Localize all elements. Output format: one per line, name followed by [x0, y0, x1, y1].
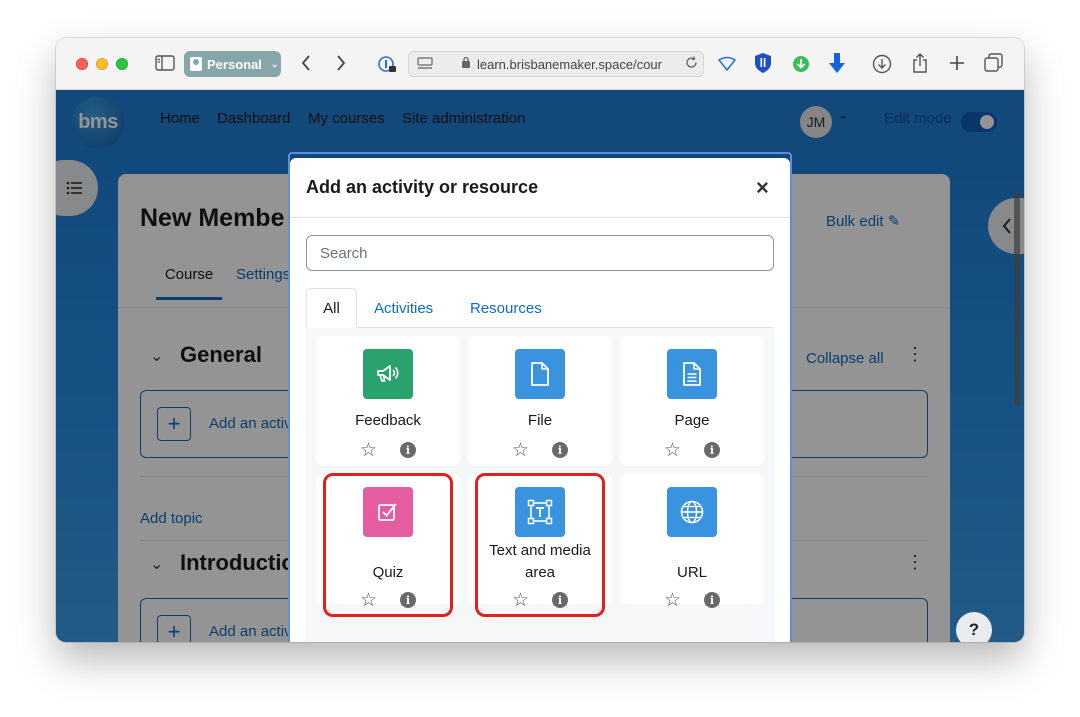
web-page: bms Home Dashboard My courses Site admin… — [56, 90, 1024, 642]
star-icon[interactable]: ☆ — [664, 441, 681, 460]
arrow-down-extension-icon[interactable] — [826, 51, 848, 75]
browser-toolbar: Personal ⌄ learn.brisbanemaker.space/cou… — [56, 38, 1024, 90]
activity-name: File — [527, 412, 553, 429]
url-text: learn.brisbanemaker.space/cour — [477, 56, 662, 72]
activity-tile-file[interactable]: File ☆ i — [468, 336, 612, 466]
info-icon[interactable]: i — [552, 442, 568, 458]
profile-label: Personal — [207, 56, 262, 72]
activity-chooser-modal: Add an activity or resource × All Activi… — [290, 158, 790, 642]
tab-all[interactable]: All — [306, 288, 357, 328]
close-icon[interactable]: × — [756, 177, 769, 199]
modal-title: Add an activity or resource — [306, 177, 539, 197]
star-icon[interactable]: ☆ — [664, 591, 681, 610]
info-icon[interactable]: i — [400, 442, 416, 458]
lock-icon — [461, 56, 471, 72]
activity-name: Feedback — [355, 412, 421, 429]
share-icon[interactable] — [909, 51, 931, 75]
close-window-button[interactable] — [76, 58, 88, 70]
star-icon[interactable]: ☆ — [360, 441, 377, 460]
activity-tile-page[interactable]: Page ☆ i — [620, 336, 764, 466]
download-extension-icon[interactable] — [790, 53, 812, 75]
tab-resources[interactable]: Resources — [470, 288, 542, 328]
profile-button[interactable]: Personal ⌄ — [184, 51, 281, 77]
sidebar-toggle-icon[interactable] — [154, 52, 176, 74]
reader-icon[interactable] — [417, 57, 433, 71]
address-bar[interactable]: learn.brisbanemaker.space/cour — [408, 51, 704, 77]
highlight-quiz — [323, 473, 453, 617]
shield-extension-icon[interactable] — [752, 51, 774, 75]
password-extension-icon[interactable] — [376, 53, 398, 75]
star-icon[interactable]: ☆ — [512, 441, 529, 460]
search-input[interactable] — [306, 235, 774, 271]
new-tab-icon[interactable] — [946, 52, 968, 74]
tab-activities[interactable]: Activities — [374, 288, 433, 328]
minimize-window-button[interactable] — [96, 58, 108, 70]
wifi-extension-icon[interactable] — [716, 53, 738, 75]
chooser-tabs: All Activities Resources — [306, 288, 774, 328]
chevron-down-icon: ⌄ — [270, 58, 279, 69]
info-icon[interactable]: i — [704, 592, 720, 608]
tab-overview-icon[interactable] — [983, 52, 1005, 74]
forward-icon[interactable] — [331, 52, 351, 74]
highlight-text-media-area — [475, 473, 605, 617]
reload-icon[interactable] — [685, 56, 698, 72]
globe-icon — [667, 487, 717, 537]
profile-icon — [190, 57, 202, 71]
activity-name: Page — [674, 412, 710, 429]
activity-grid: Feedback ☆ i File ☆ i Page ☆ i Quiz ☆ i … — [306, 328, 774, 642]
downloads-icon[interactable] — [871, 53, 893, 75]
zoom-window-button[interactable] — [116, 58, 128, 70]
help-button[interactable]: ? — [956, 612, 992, 642]
browser-window: Personal ⌄ learn.brisbanemaker.space/cou… — [56, 38, 1024, 642]
megaphone-icon — [363, 349, 413, 399]
back-icon[interactable] — [296, 52, 316, 74]
file-icon — [515, 349, 565, 399]
info-icon[interactable]: i — [704, 442, 720, 458]
activity-name: URL — [676, 564, 707, 581]
modal-header: Add an activity or resource × — [290, 158, 790, 218]
page-icon — [667, 349, 717, 399]
activity-tile-url[interactable]: URL ☆ i — [620, 474, 764, 610]
activity-tile-feedback[interactable]: Feedback ☆ i — [316, 336, 460, 466]
